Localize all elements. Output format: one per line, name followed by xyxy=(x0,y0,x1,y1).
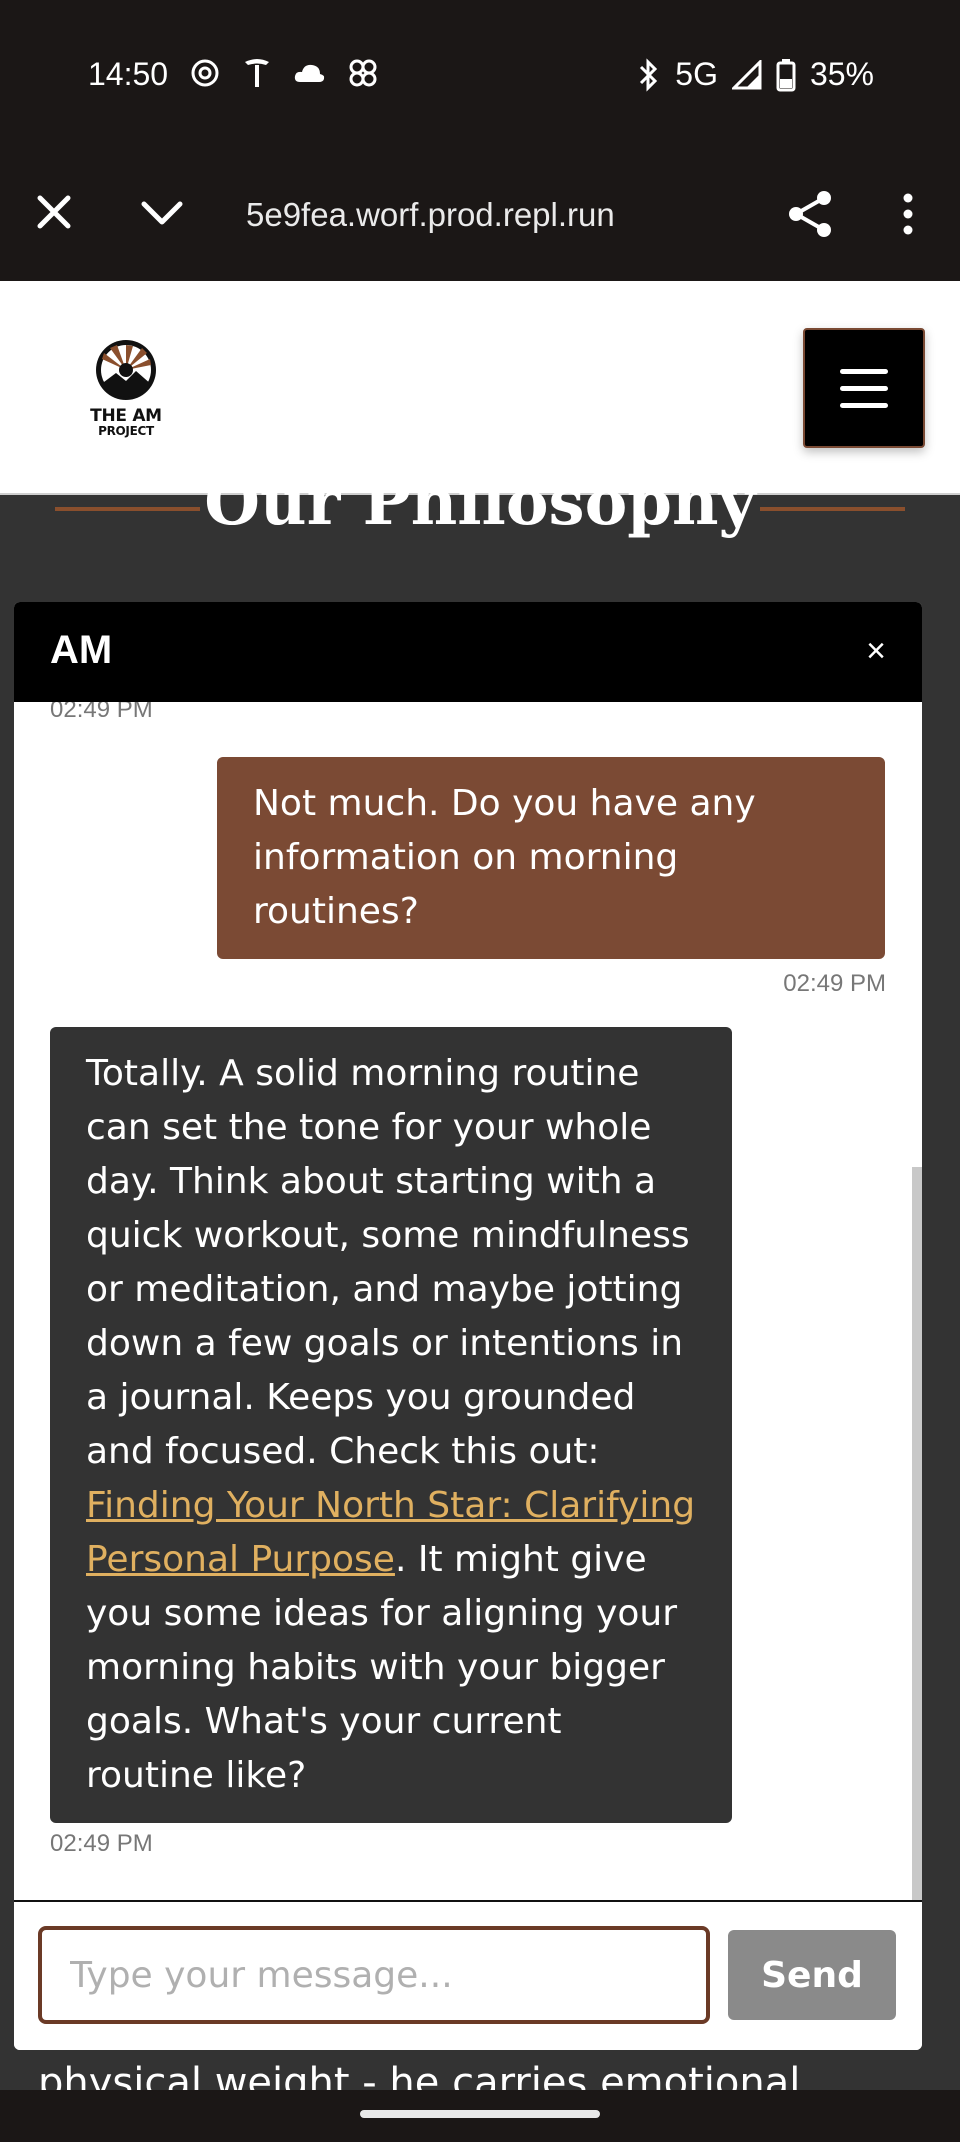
chat-input-area: Send xyxy=(14,1900,922,2050)
site-logo[interactable]: THE AM PROJECT xyxy=(90,339,162,439)
openai-icon xyxy=(191,59,219,87)
chat-messages[interactable]: 02:49 PM Not much. Do you have any infor… xyxy=(14,702,922,1902)
message-input[interactable] xyxy=(38,1926,710,2024)
bot-message: Totally. A solid morning routine can set… xyxy=(50,1027,732,1823)
chat-close-button[interactable]: × xyxy=(866,632,886,671)
signal-icon xyxy=(731,59,762,89)
chat-header: AM × xyxy=(14,602,922,702)
share-icon[interactable] xyxy=(786,188,834,240)
logo-emblem-icon xyxy=(96,340,156,400)
logo-line-2: PROJECT xyxy=(98,424,154,438)
message-timestamp: 02:49 PM xyxy=(783,970,886,997)
hamburger-line xyxy=(840,385,888,391)
send-button[interactable]: Send xyxy=(728,1930,896,2020)
chevron-down-icon[interactable] xyxy=(138,190,186,234)
battery-percent: 35% xyxy=(809,56,874,92)
philosophy-section: Our Philosophy xyxy=(0,465,960,595)
network-type: 5G xyxy=(675,56,718,92)
status-time: 14:50 xyxy=(88,56,169,92)
menu-button[interactable] xyxy=(803,328,925,448)
more-vert-icon[interactable] xyxy=(894,190,922,238)
message-timestamp: 02:49 PM xyxy=(50,1830,153,1857)
battery-icon xyxy=(776,58,796,91)
tesla-icon xyxy=(245,59,269,87)
bot-message-text: Totally. A solid morning routine can set… xyxy=(86,1053,690,1472)
hamburger-line xyxy=(840,368,888,374)
chat-widget: AM × 02:49 PM Not much. Do you have any … xyxy=(14,602,922,2050)
home-indicator[interactable] xyxy=(360,2110,600,2118)
site-header: THE AM PROJECT xyxy=(0,281,960,495)
logo-line-1: THE AM xyxy=(90,406,162,426)
pinwheel-icon xyxy=(349,59,377,87)
url-bar[interactable]: 5e9fea.worf.prod.repl.run xyxy=(246,196,615,234)
status-icons-right: 5G 35% xyxy=(637,56,874,93)
system-nav-bar xyxy=(0,2090,960,2142)
cloud-icon xyxy=(294,64,325,82)
message-timestamp: 02:49 PM xyxy=(50,702,153,723)
chat-title: AM xyxy=(50,628,113,672)
user-message: Not much. Do you have any information on… xyxy=(217,757,885,959)
decorative-line xyxy=(760,507,905,511)
browser-toolbar: 5e9fea.worf.prod.repl.run xyxy=(0,150,960,281)
close-icon[interactable] xyxy=(32,190,76,234)
scrollbar[interactable] xyxy=(912,1167,922,1902)
section-title: Our Philosophy xyxy=(204,465,756,540)
logo-text: THE AM PROJECT xyxy=(90,406,162,439)
status-icons-left xyxy=(188,56,380,90)
bluetooth-icon xyxy=(640,57,658,92)
status-bar: 14:50 5G 35% xyxy=(0,0,960,150)
hamburger-line xyxy=(840,402,888,408)
